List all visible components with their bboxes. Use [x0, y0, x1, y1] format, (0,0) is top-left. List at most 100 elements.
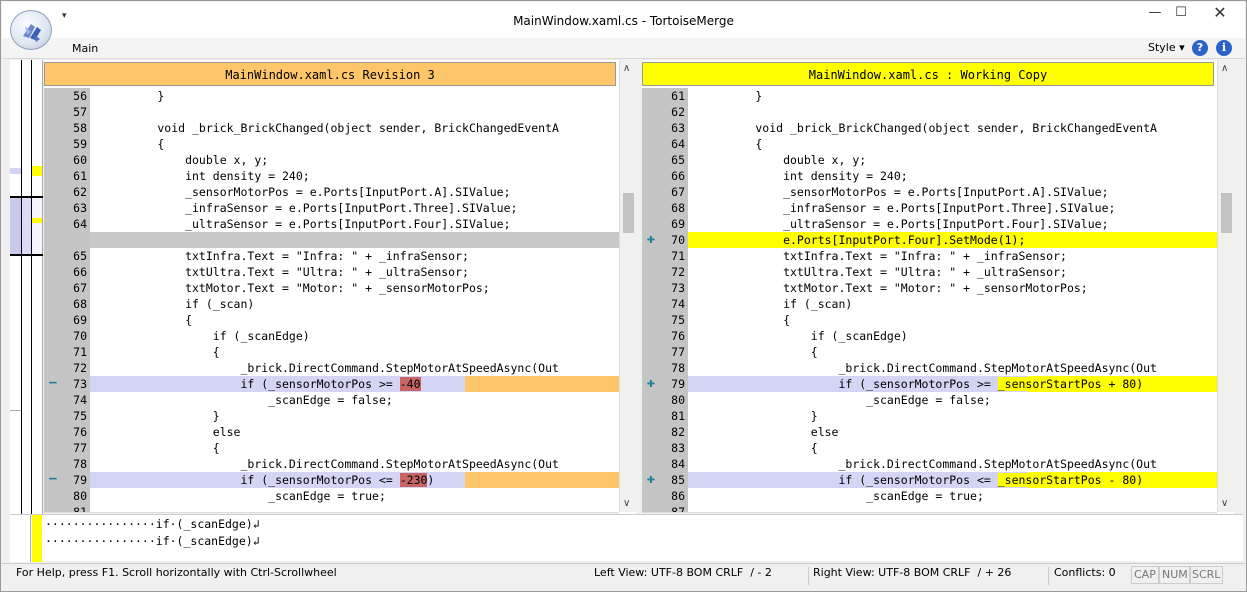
code-line[interactable]: 58 void _brick_BrickChanged(object sende…	[44, 120, 619, 136]
code-line[interactable]: 56 }	[44, 88, 619, 104]
line-number: 61	[671, 89, 685, 103]
code-line[interactable]: 68 _infraSensor = e.Ports[InputPort.Thre…	[642, 200, 1217, 216]
minimize-button[interactable]: —	[1142, 4, 1168, 24]
code-text: txtUltra.Text = "Ultra: " + _ultraSensor…	[700, 265, 1067, 279]
tab-main[interactable]: Main	[72, 42, 98, 55]
line-number: 83	[671, 441, 685, 455]
code-text: if (_sensorMotorPos >= _sensorStartPos +…	[688, 376, 1217, 392]
code-line[interactable]: 75 }	[44, 408, 619, 424]
code-line[interactable]: 65 double x, y;	[642, 152, 1217, 168]
help-icon[interactable]: ?	[1192, 40, 1208, 56]
code-line[interactable]: 62	[642, 104, 1217, 120]
code-line[interactable]: 77 {	[642, 344, 1217, 360]
right-diff-pane[interactable]: MainWindow.xaml.cs : Working Copy 61 } 62…	[642, 60, 1234, 527]
code-line[interactable]: 72 _brick.DirectCommand.StepMotorAtSpeed…	[44, 360, 619, 376]
window-title: MainWindow.xaml.cs - TortoiseMerge	[513, 14, 734, 28]
code-line[interactable]: 78 _brick.DirectCommand.StepMotorAtSpeed…	[44, 456, 619, 472]
code-line[interactable]: 64 _ultraSensor = e.Ports[InputPort.Four…	[44, 216, 619, 232]
code-line[interactable]: 86 _scanEdge = true;	[642, 488, 1217, 504]
code-line[interactable]: 78 _brick.DirectCommand.StepMotorAtSpeed…	[642, 360, 1217, 376]
line-number: 65	[671, 153, 685, 167]
code-line[interactable]: 65 txtInfra.Text = "Infra: " + _infraSen…	[44, 248, 619, 264]
code-line[interactable]: 74 _scanEdge = false;	[44, 392, 619, 408]
code-line[interactable]: 66 txtUltra.Text = "Ultra: " + _ultraSen…	[44, 264, 619, 280]
locator-marker	[32, 198, 42, 254]
locator-divider	[21, 60, 22, 514]
maximize-button[interactable]: ☐	[1168, 4, 1194, 24]
left-vertical-scrollbar[interactable]: ∧ ∨	[619, 60, 636, 512]
line-number: 66	[671, 169, 685, 183]
code-text: int density = 240;	[700, 169, 908, 183]
line-number: 64	[671, 137, 685, 151]
code-line[interactable]: 84 _brick.DirectCommand.StepMotorAtSpeed…	[642, 456, 1217, 472]
code-line[interactable]: 63 _infraSensor = e.Ports[InputPort.Thre…	[44, 200, 619, 216]
left-code-lines: 56 } 57 58 void _brick_BrickChanged(object…	[44, 88, 619, 519]
title-bar[interactable]: ▾ MainWindow.xaml.cs - TortoiseMerge — ☐…	[2, 2, 1245, 38]
scroll-down-icon[interactable]: ∨	[1221, 498, 1228, 509]
line-number: 61	[73, 169, 87, 183]
code-line[interactable]: −73 if (_sensorMotorPos >= -40	[44, 376, 619, 392]
line-number: 70	[671, 233, 685, 247]
style-menu[interactable]: Style ▾	[1148, 41, 1185, 54]
info-icon[interactable]: i	[1216, 40, 1232, 56]
code-line[interactable]: 68 if (_scan)	[44, 296, 619, 312]
right-pane-header: MainWindow.xaml.cs : Working Copy	[642, 62, 1214, 86]
code-line[interactable]: 57	[44, 104, 619, 120]
code-line[interactable]: 72 txtUltra.Text = "Ultra: " + _ultraSen…	[642, 264, 1217, 280]
code-line[interactable]: 67 txtMotor.Text = "Motor: " + _sensorMo…	[44, 280, 619, 296]
code-line[interactable]: 66 int density = 240;	[642, 168, 1217, 184]
scroll-down-icon[interactable]: ∨	[623, 498, 630, 509]
code-line[interactable]: −79 if (_sensorMotorPos <= -230)	[44, 472, 619, 488]
code-line[interactable]: ✚ 70 e.Ports[InputPort.Four].SetMode(1);	[642, 232, 1217, 248]
scrollbar-thumb[interactable]	[1221, 193, 1232, 233]
code-line[interactable]: 64 {	[642, 136, 1217, 152]
code-line[interactable]: 60 double x, y;	[44, 152, 619, 168]
code-line[interactable]: 62 _sensorMotorPos = e.Ports[InputPort.A…	[44, 184, 619, 200]
code-line[interactable]: 67 _sensorMotorPos = e.Ports[InputPort.A…	[642, 184, 1217, 200]
code-line[interactable]: ✚ 85 if (_sensorMotorPos <= _sensorStartP…	[642, 472, 1217, 488]
close-button[interactable]: ✕	[1198, 4, 1242, 24]
code-text: _brick.DirectCommand.StepMotorAtSpeedAsy…	[102, 361, 559, 375]
line-number: 67	[671, 185, 685, 199]
code-line[interactable]: 71 {	[44, 344, 619, 360]
code-text: if (_sensorMotorPos >= -40	[90, 376, 619, 392]
code-line[interactable]: 61 int density = 240;	[44, 168, 619, 184]
line-number: 56	[73, 89, 87, 103]
code-line[interactable]: ✚ 79 if (_sensorMotorPos >= _sensorStartP…	[642, 376, 1217, 392]
code-line[interactable]: 70 if (_scanEdge)	[44, 328, 619, 344]
code-line[interactable]: 73 txtMotor.Text = "Motor: " + _sensorMo…	[642, 280, 1217, 296]
scroll-up-icon[interactable]: ∧	[623, 63, 630, 74]
code-line[interactable]: 71 txtInfra.Text = "Infra: " + _infraSen…	[642, 248, 1217, 264]
code-line[interactable]: 69 {	[44, 312, 619, 328]
code-text: void _brick_BrickChanged(object sender, …	[700, 121, 1157, 135]
scroll-up-icon[interactable]: ∧	[1221, 63, 1228, 74]
line-number: 63	[73, 201, 87, 215]
code-line[interactable]: 83 {	[642, 440, 1217, 456]
code-line[interactable]: 76 else	[44, 424, 619, 440]
code-text: {	[102, 313, 193, 327]
code-line[interactable]	[44, 232, 619, 248]
code-line[interactable]: 69 _ultraSensor = e.Ports[InputPort.Four…	[642, 216, 1217, 232]
code-text: e.Ports[InputPort.Four].SetMode(1);	[688, 232, 1217, 248]
code-line[interactable]: 76 if (_scanEdge)	[642, 328, 1217, 344]
code-line[interactable]: 63 void _brick_BrickChanged(object sende…	[642, 120, 1217, 136]
status-help-text: For Help, press F1. Scroll horizontally …	[16, 566, 337, 579]
diff-locator-bar[interactable]	[10, 60, 43, 514]
locator-marker	[10, 410, 21, 411]
code-line[interactable]: 61 }	[642, 88, 1217, 104]
line-number: 76	[671, 329, 685, 343]
application-menu-button[interactable]	[10, 10, 52, 50]
code-line[interactable]: 75 {	[642, 312, 1217, 328]
scrollbar-thumb[interactable]	[623, 193, 634, 233]
code-line[interactable]: 74 if (_scan)	[642, 296, 1217, 312]
code-line[interactable]: 80 _scanEdge = false;	[642, 392, 1217, 408]
left-diff-pane[interactable]: MainWindow.xaml.cs Revision 3 56 } 57 58 v…	[44, 60, 636, 527]
code-line[interactable]: 59 {	[44, 136, 619, 152]
line-number: 67	[73, 281, 87, 295]
code-line[interactable]: 82 else	[642, 424, 1217, 440]
code-line[interactable]: 80 _scanEdge = true;	[44, 488, 619, 504]
code-line[interactable]: 77 {	[44, 440, 619, 456]
code-text: _brick.DirectCommand.StepMotorAtSpeedAsy…	[102, 457, 559, 471]
code-line[interactable]: 81 }	[642, 408, 1217, 424]
right-vertical-scrollbar[interactable]: ∧ ∨	[1217, 60, 1234, 512]
